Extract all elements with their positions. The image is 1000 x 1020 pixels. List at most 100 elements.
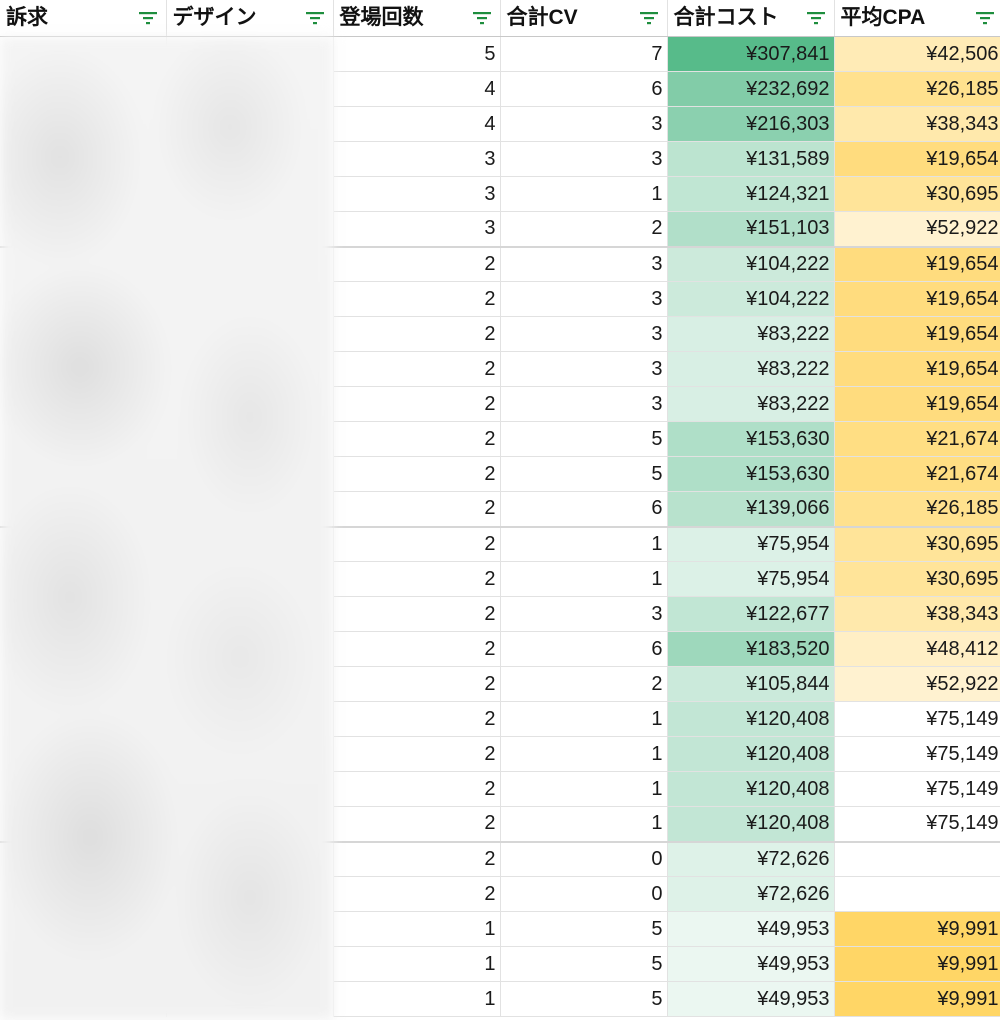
cell-count[interactable]: 1 — [333, 911, 501, 947]
cell-cost[interactable]: ¥122,677 — [667, 596, 835, 632]
cell-appeal[interactable] — [0, 806, 167, 843]
cell-appeal[interactable] — [0, 456, 167, 492]
cell-appeal[interactable] — [0, 421, 167, 457]
cell-appeal[interactable] — [0, 561, 167, 597]
header-cost[interactable]: 合計コスト — [667, 0, 835, 37]
cell-cpa[interactable]: ¥52,922 — [834, 666, 1000, 702]
cell-cost[interactable]: ¥72,626 — [667, 876, 835, 912]
cell-cpa[interactable]: ¥26,185 — [834, 71, 1000, 107]
cell-count[interactable]: 2 — [333, 806, 501, 843]
cell-cost[interactable]: ¥183,520 — [667, 631, 835, 667]
cell-cost[interactable]: ¥120,408 — [667, 701, 835, 737]
cell-design[interactable] — [166, 141, 334, 177]
cell-count[interactable]: 2 — [333, 421, 501, 457]
cell-cpa[interactable]: ¥26,185 — [834, 491, 1000, 528]
cell-design[interactable] — [166, 596, 334, 632]
cell-design[interactable] — [166, 806, 334, 843]
cell-cv[interactable]: 3 — [500, 351, 668, 387]
cell-cost[interactable]: ¥83,222 — [667, 386, 835, 422]
cell-cv[interactable]: 1 — [500, 771, 668, 807]
cell-cv[interactable]: 2 — [500, 666, 668, 702]
cell-cost[interactable]: ¥120,408 — [667, 771, 835, 807]
cell-cv[interactable]: 0 — [500, 841, 668, 877]
cell-cost[interactable]: ¥72,626 — [667, 841, 835, 877]
cell-cv[interactable]: 3 — [500, 246, 668, 282]
cell-cpa[interactable]: ¥52,922 — [834, 211, 1000, 248]
cell-cost[interactable]: ¥153,630 — [667, 456, 835, 492]
cell-count[interactable]: 2 — [333, 736, 501, 772]
cell-count[interactable]: 2 — [333, 281, 501, 317]
cell-cost[interactable]: ¥131,589 — [667, 141, 835, 177]
cell-design[interactable] — [166, 911, 334, 947]
cell-cpa[interactable]: ¥38,343 — [834, 106, 1000, 142]
cell-design[interactable] — [166, 771, 334, 807]
cell-appeal[interactable] — [0, 701, 167, 737]
cell-cpa[interactable]: ¥30,695 — [834, 561, 1000, 597]
cell-appeal[interactable] — [0, 211, 167, 248]
cell-cost[interactable]: ¥49,953 — [667, 981, 835, 1017]
cell-cv[interactable]: 3 — [500, 386, 668, 422]
filter-icon[interactable] — [472, 11, 492, 25]
cell-count[interactable]: 2 — [333, 456, 501, 492]
cell-appeal[interactable] — [0, 491, 167, 528]
cell-cost[interactable]: ¥120,408 — [667, 736, 835, 772]
cell-design[interactable] — [166, 386, 334, 422]
cell-design[interactable] — [166, 736, 334, 772]
cell-appeal[interactable] — [0, 841, 167, 877]
cell-cost[interactable]: ¥105,844 — [667, 666, 835, 702]
cell-cpa[interactable]: ¥19,654 — [834, 246, 1000, 282]
cell-count[interactable]: 1 — [333, 981, 501, 1017]
filter-icon[interactable] — [975, 11, 995, 25]
cell-design[interactable] — [166, 561, 334, 597]
cell-cv[interactable]: 5 — [500, 946, 668, 982]
cell-design[interactable] — [166, 631, 334, 667]
cell-design[interactable] — [166, 491, 334, 528]
cell-design[interactable] — [166, 71, 334, 107]
cell-appeal[interactable] — [0, 246, 167, 282]
cell-cost[interactable]: ¥104,222 — [667, 281, 835, 317]
cell-count[interactable]: 2 — [333, 876, 501, 912]
cell-cpa[interactable]: ¥9,991 — [834, 911, 1000, 947]
cell-cost[interactable]: ¥75,954 — [667, 561, 835, 597]
cell-cpa[interactable]: ¥75,149 — [834, 806, 1000, 843]
cell-cpa[interactable]: ¥19,654 — [834, 281, 1000, 317]
cell-cpa[interactable]: ¥42,506 — [834, 36, 1000, 72]
cell-cv[interactable]: 3 — [500, 141, 668, 177]
cell-cv[interactable]: 5 — [500, 456, 668, 492]
cell-count[interactable]: 2 — [333, 491, 501, 528]
cell-count[interactable]: 3 — [333, 176, 501, 212]
cell-appeal[interactable] — [0, 106, 167, 142]
cell-count[interactable]: 5 — [333, 36, 501, 72]
cell-design[interactable] — [166, 36, 334, 72]
header-count[interactable]: 登場回数 — [333, 0, 501, 37]
cell-cv[interactable]: 5 — [500, 981, 668, 1017]
cell-cv[interactable]: 1 — [500, 561, 668, 597]
cell-design[interactable] — [166, 316, 334, 352]
cell-cv[interactable]: 6 — [500, 71, 668, 107]
cell-design[interactable] — [166, 351, 334, 387]
cell-appeal[interactable] — [0, 71, 167, 107]
cell-cv[interactable]: 1 — [500, 701, 668, 737]
cell-appeal[interactable] — [0, 526, 167, 562]
cell-cost[interactable]: ¥124,321 — [667, 176, 835, 212]
cell-cv[interactable]: 6 — [500, 631, 668, 667]
cell-cost[interactable]: ¥75,954 — [667, 526, 835, 562]
filter-icon[interactable] — [305, 11, 325, 25]
cell-cost[interactable]: ¥83,222 — [667, 316, 835, 352]
header-cpa[interactable]: 平均CPA — [834, 0, 1000, 37]
cell-count[interactable]: 4 — [333, 106, 501, 142]
cell-cpa[interactable]: ¥21,674 — [834, 421, 1000, 457]
cell-cpa[interactable]: ¥19,654 — [834, 386, 1000, 422]
cell-cv[interactable]: 1 — [500, 176, 668, 212]
cell-cpa[interactable]: ¥48,412 — [834, 631, 1000, 667]
cell-cv[interactable]: 7 — [500, 36, 668, 72]
cell-design[interactable] — [166, 106, 334, 142]
cell-count[interactable]: 4 — [333, 71, 501, 107]
cell-cpa[interactable]: ¥38,343 — [834, 596, 1000, 632]
cell-cv[interactable]: 2 — [500, 211, 668, 248]
cell-cpa[interactable]: ¥19,654 — [834, 141, 1000, 177]
cell-cv[interactable]: 1 — [500, 526, 668, 562]
cell-cv[interactable]: 3 — [500, 106, 668, 142]
cell-cost[interactable]: ¥120,408 — [667, 806, 835, 843]
cell-cost[interactable]: ¥49,953 — [667, 911, 835, 947]
